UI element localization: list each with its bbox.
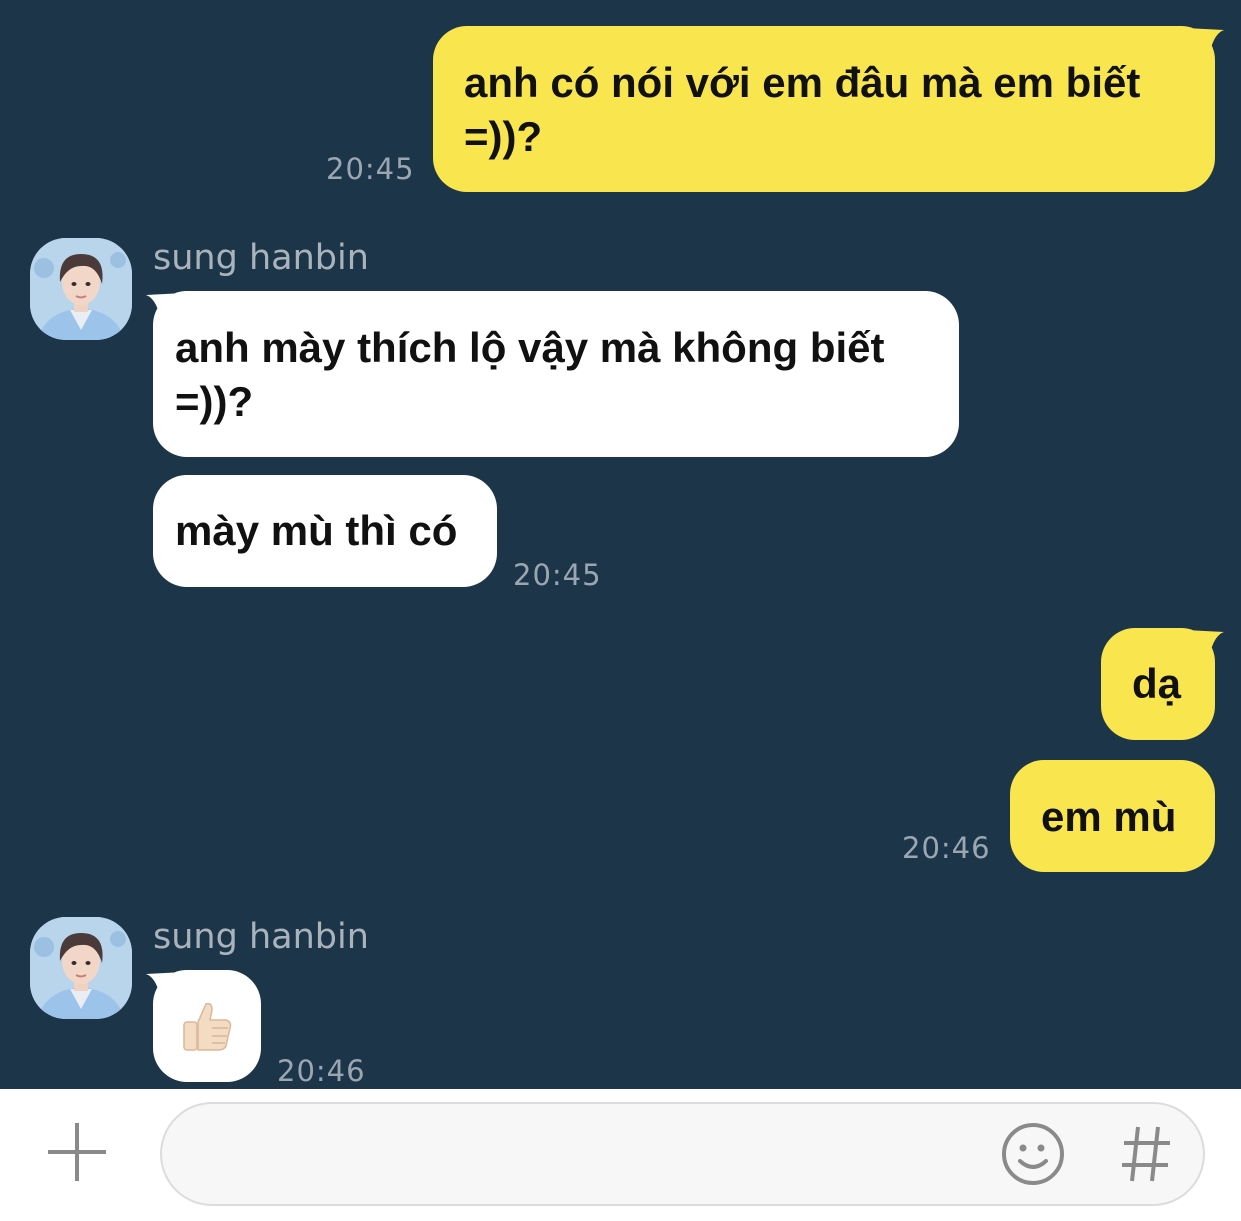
message-text-line: anh mày thích lộ vậy mà không biết — [175, 324, 885, 371]
message-text-line: =))? — [175, 378, 254, 425]
message-bubble-incoming[interactable]: mày mù thì có — [153, 475, 497, 587]
message-bubble-outgoing[interactable]: anh có nói với em đâu mà em biết =))? — [433, 26, 1215, 192]
profile-photo — [30, 917, 132, 1019]
message-timestamp: 20:46 — [902, 831, 991, 865]
sender-name: sung hanbin — [153, 917, 369, 957]
message-bubble-incoming[interactable]: anh mày thích lộ vậy mà không biết =))? — [153, 291, 959, 457]
message-text-line: mày mù thì có — [175, 507, 458, 554]
smiley-icon[interactable] — [1000, 1121, 1066, 1187]
avatar[interactable] — [30, 238, 132, 340]
sender-name: sung hanbin — [153, 238, 369, 278]
message-text-line: =))? — [464, 113, 543, 160]
message-bubble-outgoing[interactable]: em mù — [1010, 760, 1215, 872]
message-timestamp: 20:46 — [277, 1054, 366, 1088]
message-text-line: anh có nói với em đâu mà em biết — [464, 59, 1141, 106]
profile-photo — [30, 238, 132, 340]
message-text-line: em mù — [1041, 793, 1177, 840]
hashtag-icon[interactable] — [1118, 1121, 1174, 1187]
message-timestamp: 20:45 — [513, 558, 602, 592]
message-timestamp: 20:45 — [326, 152, 415, 186]
message-input[interactable] — [192, 1124, 996, 1186]
plus-icon[interactable] — [46, 1121, 108, 1183]
avatar[interactable] — [30, 917, 132, 1019]
message-bubble-incoming[interactable] — [153, 970, 261, 1082]
chat-area: anh có nói với em đâu mà em biết =))? 20… — [0, 0, 1241, 1089]
bubble-tail-right — [1186, 630, 1224, 664]
bubble-tail-right — [1186, 28, 1224, 62]
thumbs-up-icon — [183, 1002, 232, 1051]
